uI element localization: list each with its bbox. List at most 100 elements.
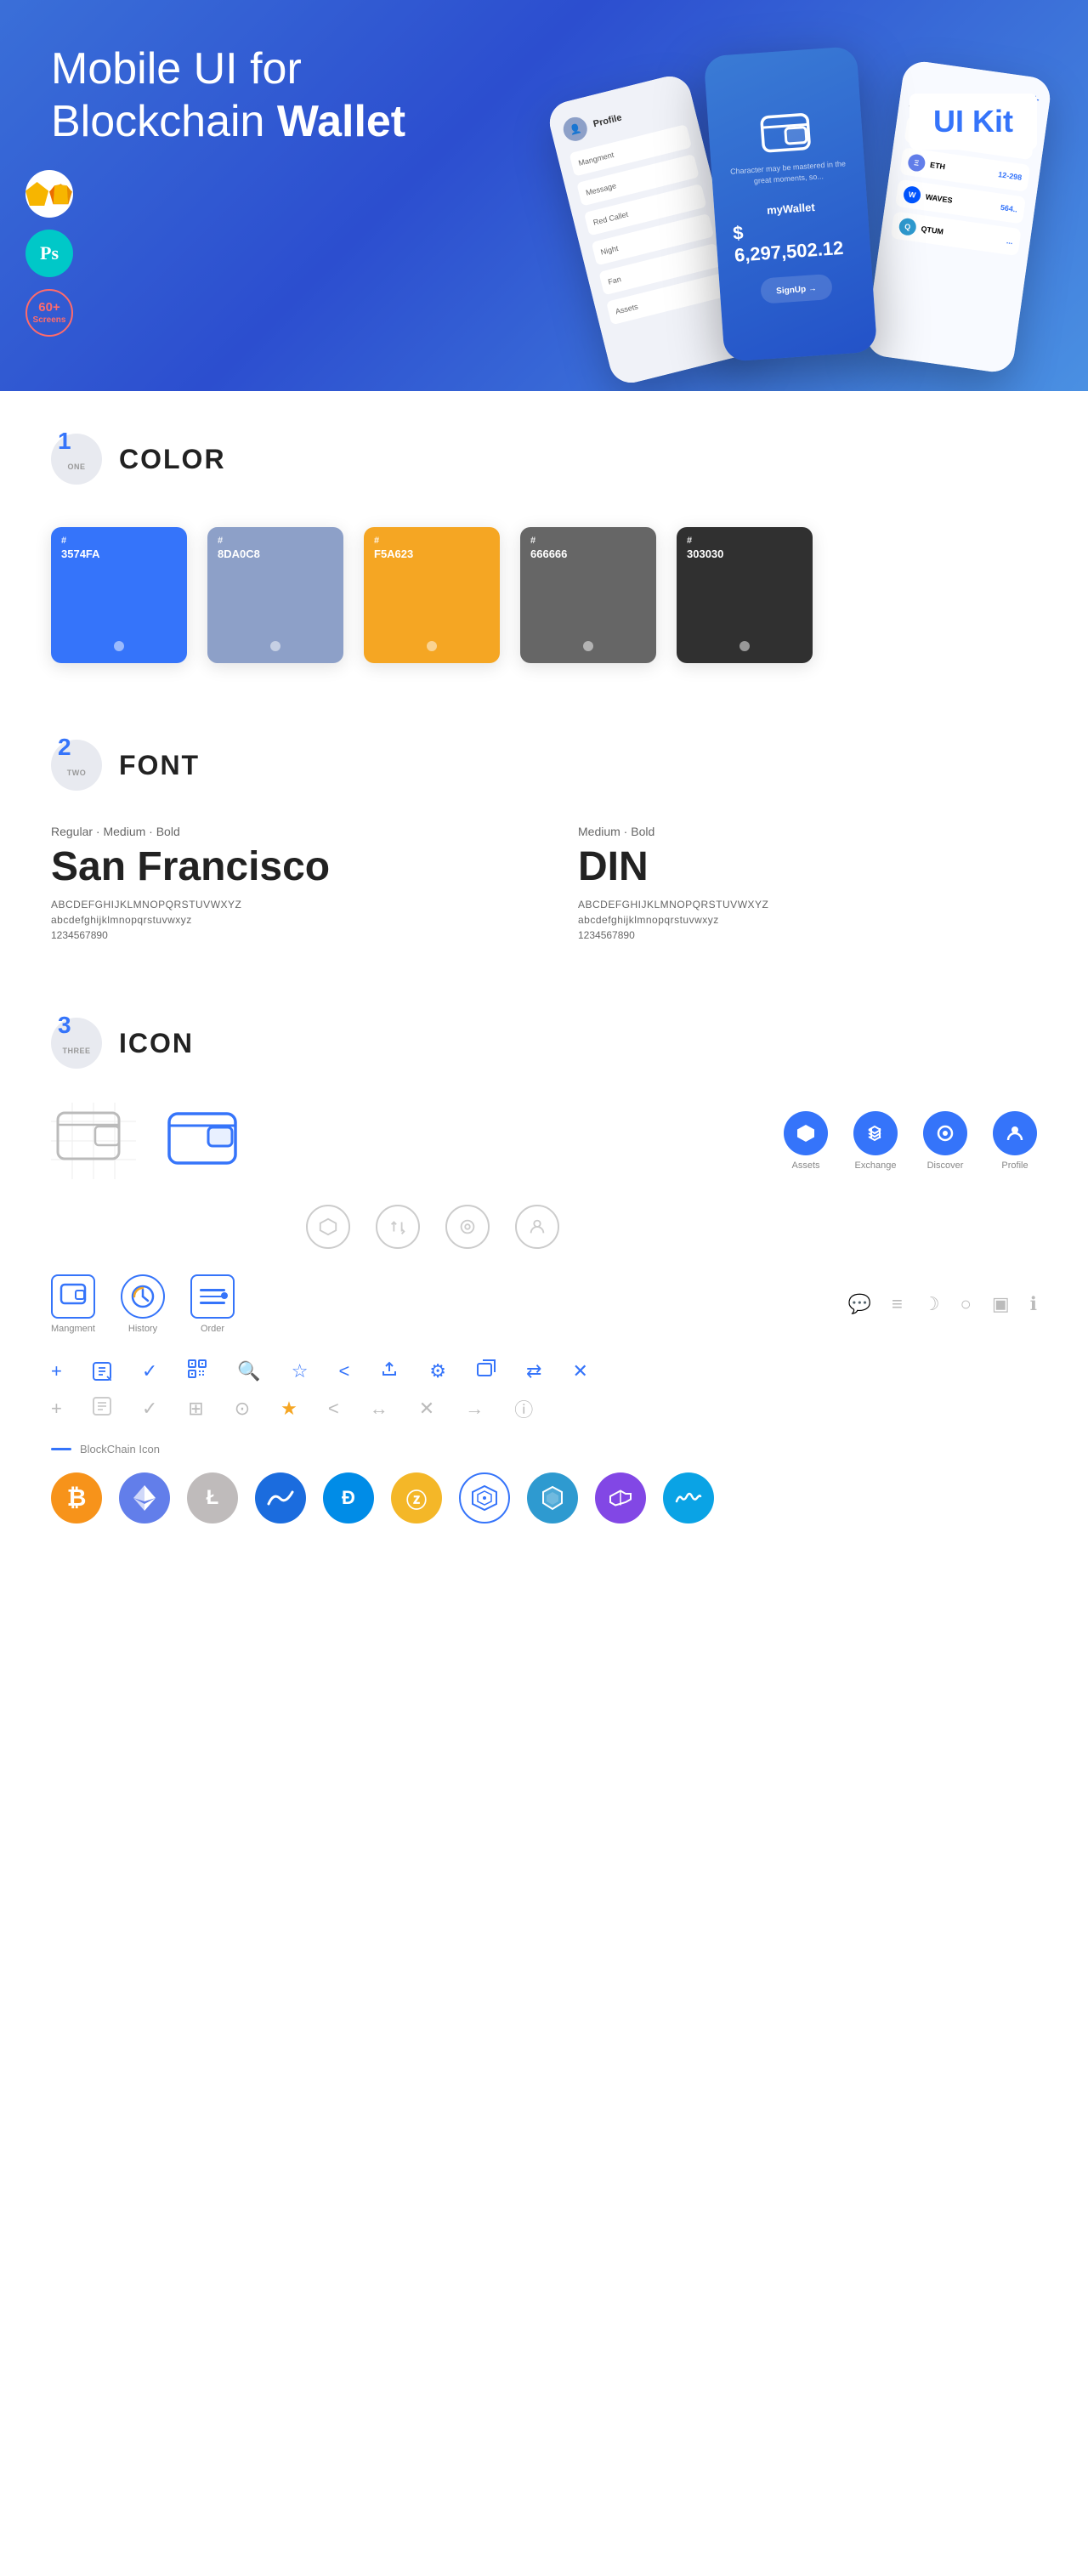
chevron-left-outline-icon: < — [328, 1398, 339, 1420]
share-icon — [380, 1359, 399, 1383]
coin-waves2 — [663, 1472, 714, 1523]
color-swatch-steel: # 8DA0C8 — [207, 527, 343, 663]
icon-row-small-outline: + ✓ ⊞ ⊙ ★ < ↔ ✕ → ⓘ — [51, 1395, 1037, 1422]
coin-btc: ₿ — [51, 1472, 102, 1523]
message-icon: ▣ — [992, 1293, 1010, 1315]
arrows-icon: ↔ — [370, 1398, 388, 1420]
assets-outline-icon — [306, 1205, 350, 1249]
hero-title: Mobile UI for Blockchain Wallet — [51, 43, 476, 149]
icon-row-bottom-nav: Mangment History — [51, 1274, 1037, 1334]
sketch-badge — [26, 170, 73, 218]
info-outline-icon: ⓘ — [514, 1395, 533, 1422]
coin-qtum — [527, 1472, 578, 1523]
font-block-din: Medium · Bold DIN ABCDEFGHIJKLMNOPQRSTUV… — [578, 825, 1037, 941]
font-title: FONT — [119, 750, 200, 781]
chat-icon: 💬 — [848, 1293, 871, 1315]
wallet-filled-icon-item — [162, 1103, 246, 1179]
color-swatch-dark: # 303030 — [677, 527, 813, 663]
moon-icon: ☽ — [923, 1293, 940, 1315]
ui-kit-badge: UI Kit — [910, 94, 1037, 150]
blockchain-label: BlockChain Icon — [80, 1443, 160, 1455]
coin-zcash: ⓩ — [391, 1472, 442, 1523]
star-icon: ☆ — [292, 1360, 309, 1382]
layers-icon: ≡ — [892, 1293, 903, 1315]
phone-mockups: 👤 Profile Mangment Message Red Callet Ni… — [561, 34, 1037, 374]
plus-outline-icon: + — [51, 1398, 62, 1420]
hero-section: Mobile UI for Blockchain Wallet UI Kit P… — [0, 0, 1088, 391]
font-section: Regular · Medium · Bold San Francisco AB… — [51, 816, 1037, 975]
history-icon-item: History — [121, 1274, 165, 1334]
color-section-number: 1 ONE — [51, 434, 102, 485]
main-content: 1 ONE COLOR # 3574FA # 8DA0C8 # F5A623 #… — [0, 391, 1088, 1575]
search-icon: 🔍 — [237, 1360, 260, 1382]
icon-row-nav-outline — [51, 1205, 1037, 1249]
check-icon: ✓ — [142, 1360, 157, 1382]
check-outline-icon: ✓ — [142, 1398, 157, 1420]
discover-icon — [923, 1111, 967, 1155]
info-icon: ℹ — [1030, 1293, 1037, 1315]
search-outline-icon: ⊙ — [235, 1398, 250, 1420]
ps-badge: Ps — [26, 230, 73, 277]
gray-utility-icons: 💬 ≡ ☽ ○ ▣ ℹ — [848, 1293, 1037, 1315]
color-swatches: # 3574FA # 8DA0C8 # F5A623 # 666666 # 30… — [51, 510, 1037, 697]
font-section-number: 2 TWO — [51, 740, 102, 791]
exchange-icon — [853, 1111, 898, 1155]
color-swatch-orange: # F5A623 — [364, 527, 500, 663]
coin-dash: Ð — [323, 1472, 374, 1523]
assets-icon-item: Assets — [784, 1111, 828, 1171]
coin-eth — [119, 1472, 170, 1523]
list-add-icon — [93, 1362, 111, 1381]
settings-icon: ⚙ — [429, 1360, 446, 1382]
icon-title: ICON — [119, 1028, 194, 1059]
coin-icons-row: ₿ Ł Ð — [51, 1464, 1037, 1540]
history-icon — [121, 1274, 165, 1319]
exchange-icon-item: Exchange — [853, 1111, 898, 1171]
qr-icon — [188, 1359, 207, 1383]
icon-section-body: Assets Exchange Discover — [51, 1094, 1037, 1575]
blockchain-label-row: BlockChain Icon — [51, 1443, 1037, 1455]
discover-icon-item: Discover — [923, 1111, 967, 1171]
profile-icon-item: Profile — [993, 1111, 1037, 1171]
exchange-outline-icon — [376, 1205, 420, 1249]
circle-icon: ○ — [960, 1293, 972, 1315]
blockchain-divider-line — [51, 1448, 71, 1450]
order-icon — [190, 1274, 235, 1319]
coin-matic — [595, 1472, 646, 1523]
wallet-grid-icon — [51, 1103, 136, 1179]
forward-icon: → — [465, 1398, 484, 1420]
order-icon-item: Order — [190, 1274, 235, 1334]
icon-section-header: 3 THREE ICON — [51, 975, 1037, 1094]
icon-row-wallets: Assets Exchange Discover — [51, 1103, 1037, 1179]
icon-row-small-filled: + ✓ 🔍 ☆ < ⚙ ⇄ ✕ — [51, 1359, 1037, 1383]
coin-ltc: Ł — [187, 1472, 238, 1523]
close-icon: ✕ — [572, 1360, 587, 1382]
hero-badges: Ps 60+ Screens — [26, 170, 73, 337]
profile-outline-icon — [515, 1205, 559, 1249]
profile-icon — [993, 1111, 1037, 1155]
color-swatch-blue: # 3574FA — [51, 527, 187, 663]
icon-section-number: 3 THREE — [51, 1018, 102, 1069]
assets-icon — [784, 1111, 828, 1155]
discover-outline-icon — [445, 1205, 490, 1249]
wallet-grid-icon-item — [51, 1103, 136, 1179]
star-filled-icon: ★ — [280, 1398, 298, 1420]
external-icon — [477, 1359, 496, 1383]
chevron-left-icon: < — [338, 1360, 349, 1382]
phone-2: Character may be mastered in the great m… — [704, 46, 878, 362]
management-icon-item: Mangment — [51, 1274, 95, 1334]
color-section-header: 1 ONE COLOR — [51, 391, 1037, 510]
swap-icon: ⇄ — [526, 1360, 541, 1382]
color-title: COLOR — [119, 444, 226, 475]
plus-icon: + — [51, 1360, 62, 1382]
wallet-filled-icon — [162, 1103, 246, 1179]
font-block-san-francisco: Regular · Medium · Bold San Francisco AB… — [51, 825, 510, 941]
list-outline-icon — [93, 1397, 111, 1421]
color-swatch-gray: # 666666 — [520, 527, 656, 663]
coin-grid — [459, 1472, 510, 1523]
coin-waves — [255, 1472, 306, 1523]
font-section-header: 2 TWO FONT — [51, 697, 1037, 816]
grid-outline-icon: ⊞ — [188, 1398, 203, 1420]
management-icon — [51, 1274, 95, 1319]
screens-badge: 60+ Screens — [26, 289, 73, 337]
x-outline-icon: ✕ — [419, 1398, 434, 1420]
